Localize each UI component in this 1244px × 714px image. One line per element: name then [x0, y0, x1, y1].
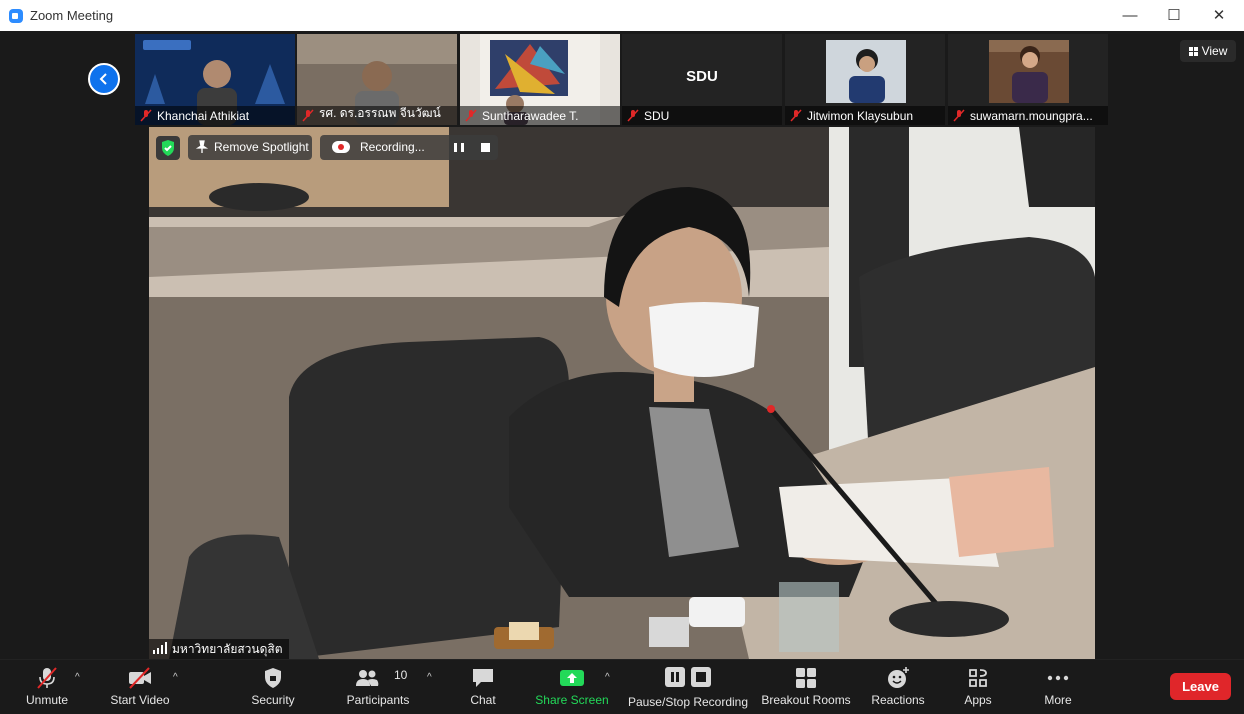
- chevron-left-icon: [99, 73, 107, 85]
- pin-icon: [195, 140, 209, 153]
- more-button[interactable]: More: [1034, 660, 1082, 714]
- more-dots-icon: [1047, 675, 1069, 681]
- start-video-label: Start Video: [110, 693, 170, 707]
- speaker-name: มหาวิทยาลัยสวนดุสิต: [172, 642, 283, 656]
- participant-name: Jitwimon Klaysubun: [807, 109, 914, 123]
- reactions-button[interactable]: Reactions: [866, 660, 930, 714]
- muted-mic-icon: [465, 109, 477, 122]
- participant-tile[interactable]: Jitwimon Klaysubun: [785, 34, 945, 125]
- participants-button[interactable]: 10 Participants: [340, 660, 416, 714]
- participant-name-bar: Khanchai Athikiat: [135, 106, 295, 125]
- stop-recording-icon[interactable]: [481, 143, 490, 152]
- participant-avatar-label: SDU: [686, 68, 718, 85]
- audio-options-caret[interactable]: ^: [75, 672, 80, 683]
- unmute-label: Unmute: [25, 693, 69, 707]
- participant-tile[interactable]: Khanchai Athikiat: [135, 34, 295, 125]
- spotlight-video[interactable]: [149, 127, 1095, 659]
- shield-icon: [265, 668, 281, 688]
- video-options-caret[interactable]: ^: [173, 672, 178, 683]
- start-video-button[interactable]: Start Video: [104, 660, 176, 714]
- view-button[interactable]: View: [1180, 40, 1236, 62]
- muted-mic-icon: [790, 109, 802, 122]
- participant-name-bar: Jitwimon Klaysubun: [785, 106, 945, 125]
- participant-tile[interactable]: suwamarn.moungpra...: [948, 34, 1108, 125]
- speaker-name-label: มหาวิทยาลัยสวนดุสิต: [149, 639, 289, 659]
- previous-page-button[interactable]: [88, 63, 120, 95]
- participants-label: Participants: [346, 693, 410, 707]
- participant-name: รศ. ดร.อรรณพ จีนวัฒน์: [319, 106, 441, 120]
- participant-name: Suntharawadee T.: [482, 109, 579, 123]
- more-label: More: [1044, 693, 1072, 707]
- unmute-button[interactable]: Unmute: [14, 660, 80, 714]
- close-button[interactable]: ✕: [1196, 0, 1242, 31]
- participants-options-caret[interactable]: ^: [427, 672, 432, 683]
- pause-stop-recording-label: Pause/Stop Recording: [627, 695, 749, 709]
- minimize-button[interactable]: —: [1107, 0, 1153, 31]
- security-button[interactable]: Security: [244, 660, 302, 714]
- share-screen-label: Share Screen: [535, 693, 609, 707]
- smiley-icon: [888, 667, 909, 688]
- chat-label: Chat: [470, 693, 496, 707]
- share-screen-button[interactable]: Share Screen: [534, 660, 610, 714]
- recording-indicator: Recording...: [320, 135, 498, 160]
- participant-name-bar: suwamarn.moungpra...: [948, 106, 1108, 125]
- recording-icon: [332, 141, 350, 153]
- view-label: View: [1201, 44, 1228, 58]
- participants-icon: [356, 670, 379, 686]
- participant-name-bar: รศ. ดร.อรรณพ จีนวัฒน์: [297, 106, 457, 125]
- security-label: Security: [251, 693, 295, 707]
- video-off-icon: [129, 667, 151, 689]
- shield-check-icon: [162, 140, 174, 156]
- connection-bars-icon: [153, 642, 167, 654]
- pause-stop-icon: [665, 667, 711, 687]
- spotlight-label: Remove Spotlight: [214, 140, 309, 154]
- breakout-rooms-label: Breakout Rooms: [761, 693, 851, 707]
- zoom-app-icon: [9, 9, 23, 23]
- muted-mic-icon: [953, 109, 965, 122]
- muted-mic-icon: [627, 109, 639, 122]
- apps-icon: [969, 669, 987, 687]
- chat-button[interactable]: Chat: [460, 660, 506, 714]
- recording-label: Recording...: [360, 140, 425, 154]
- share-options-caret[interactable]: ^: [605, 672, 610, 683]
- grid-icon: [1188, 47, 1198, 56]
- remove-spotlight-button[interactable]: Remove Spotlight: [188, 135, 312, 160]
- participant-name-bar: SDU: [622, 106, 782, 125]
- participant-name: suwamarn.moungpra...: [970, 109, 1093, 123]
- speaker-video-frame: [149, 127, 1095, 659]
- encryption-shield[interactable]: [156, 136, 180, 160]
- window-title: Zoom Meeting: [30, 8, 114, 23]
- muted-mic-icon: [302, 109, 314, 122]
- share-screen-icon: [560, 670, 584, 686]
- chat-bubble-icon: [473, 669, 493, 687]
- maximize-button[interactable]: ☐: [1151, 0, 1197, 31]
- apps-button[interactable]: Apps: [952, 660, 1004, 714]
- breakout-rooms-button[interactable]: Breakout Rooms: [760, 660, 852, 714]
- muted-mic-icon: [140, 109, 152, 122]
- reactions-label: Reactions: [871, 693, 925, 707]
- leave-button[interactable]: Leave: [1170, 673, 1231, 700]
- participant-name: SDU: [644, 109, 670, 123]
- title-bar: Zoom Meeting — ☐ ✕: [0, 0, 1244, 32]
- participant-tile[interactable]: SDU SDU: [622, 34, 782, 125]
- participant-tile[interactable]: รศ. ดร.อรรณพ จีนวัฒน์: [297, 34, 457, 125]
- muted-microphone-icon: [37, 667, 57, 689]
- pause-stop-recording-button[interactable]: Pause/Stop Recording: [626, 660, 750, 714]
- participants-count: 10: [394, 668, 408, 682]
- apps-label: Apps: [964, 693, 992, 707]
- participant-name-bar: Suntharawadee T.: [460, 106, 620, 125]
- participant-name: Khanchai Athikiat: [157, 109, 250, 123]
- meeting-toolbar: Unmute ^ Start Video ^ Security 10 Parti…: [0, 659, 1244, 714]
- participant-tile[interactable]: Suntharawadee T.: [460, 34, 620, 125]
- pause-recording-icon[interactable]: [454, 143, 464, 152]
- breakout-rooms-icon: [796, 668, 816, 688]
